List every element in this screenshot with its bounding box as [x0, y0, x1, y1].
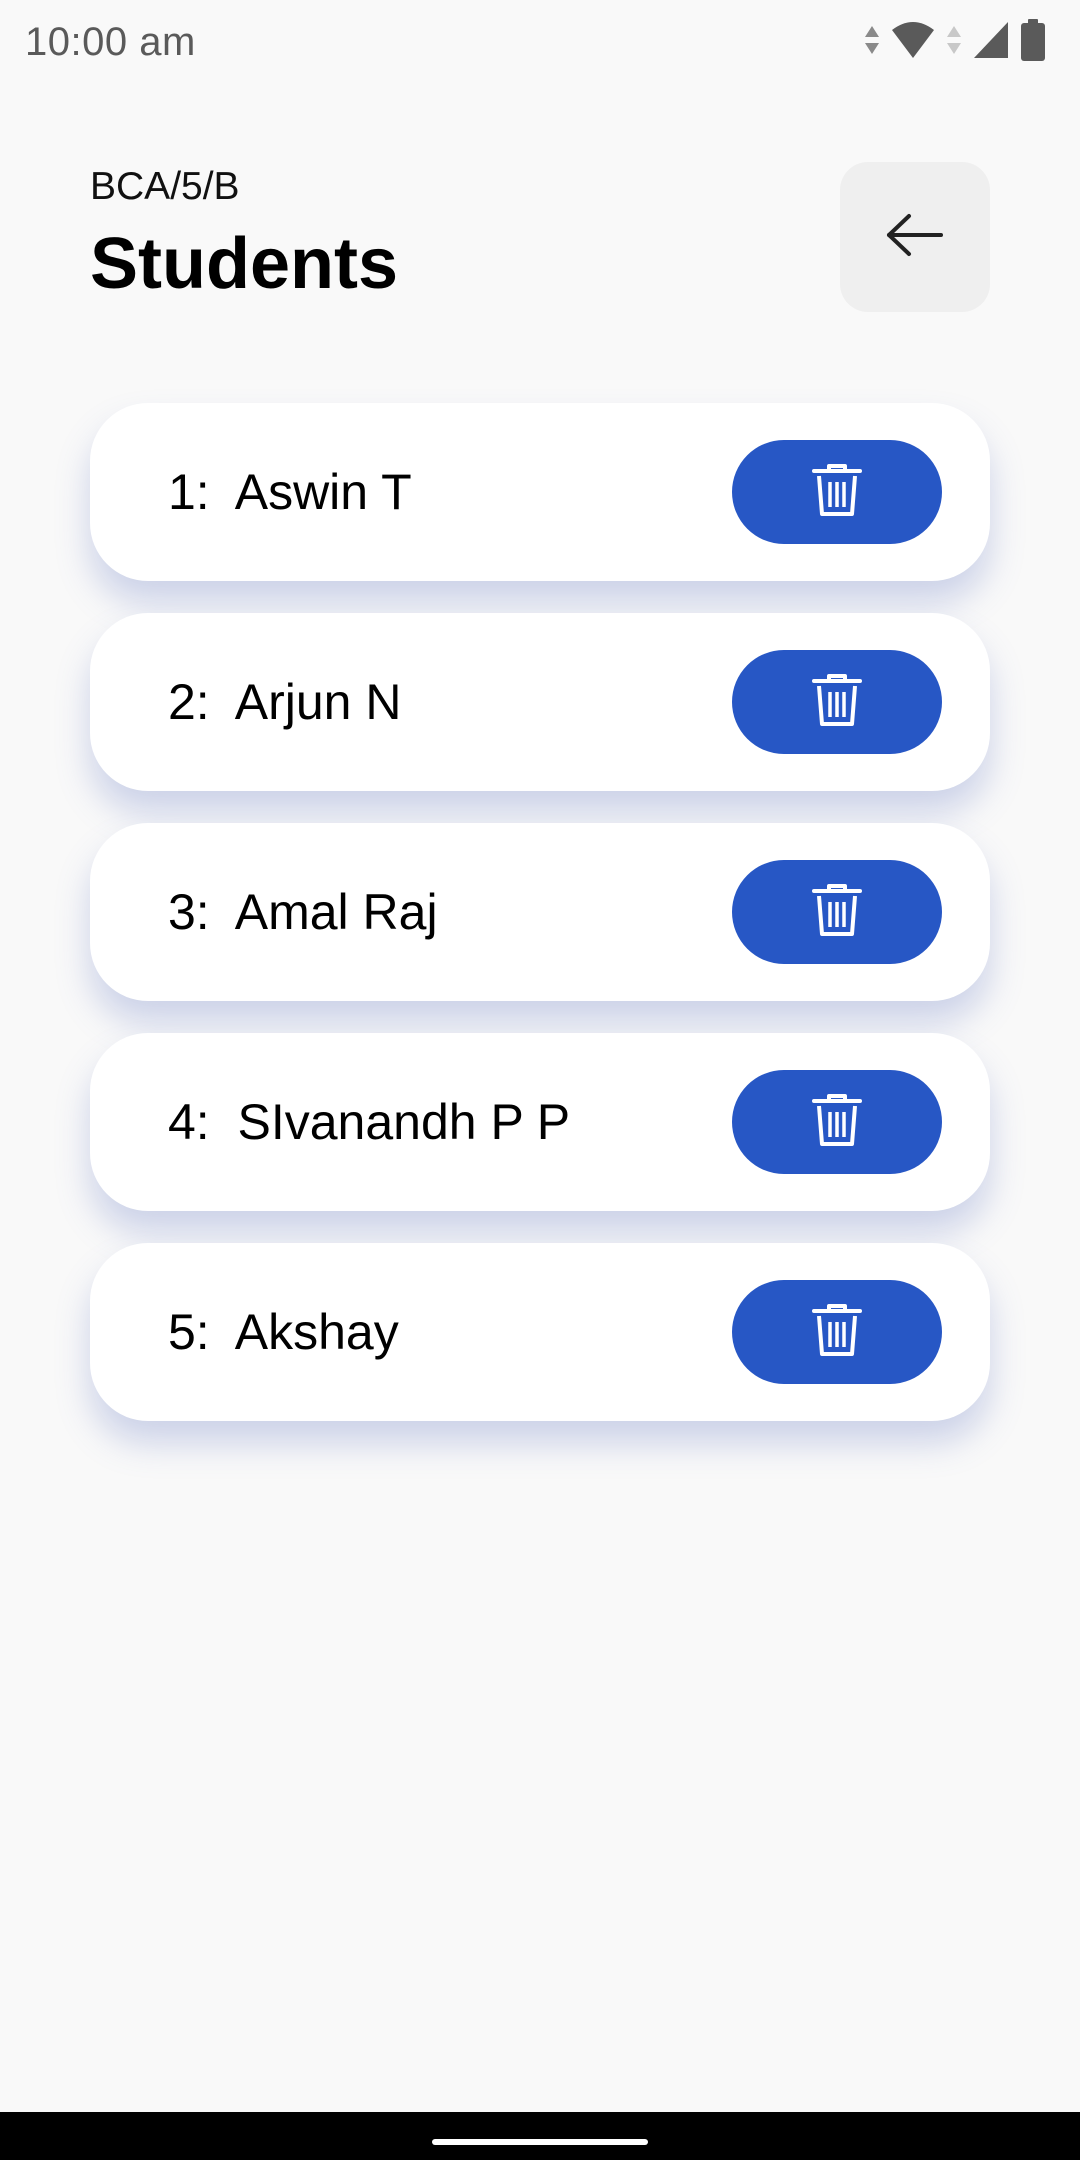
- arrow-left-icon: [885, 213, 945, 262]
- delete-button[interactable]: [732, 1280, 942, 1384]
- trash-icon: [811, 672, 863, 733]
- student-label: 4: SIvanandh P P: [168, 1094, 571, 1150]
- student-list: 1: Aswin T 2: Arjun N 3: Amal Raj 4: SIv…: [90, 403, 990, 1453]
- page-title: Students: [90, 224, 399, 304]
- wifi-icon: [890, 20, 936, 65]
- list-item: 1: Aswin T: [90, 403, 990, 581]
- status-time: 10:00 am: [25, 20, 196, 64]
- list-item: 5: Akshay: [90, 1243, 990, 1421]
- delete-button[interactable]: [732, 1070, 942, 1174]
- status-icons: [864, 18, 1046, 66]
- class-subtitle: BCA/5/B: [90, 165, 240, 208]
- system-nav-bar: [0, 2112, 1080, 2160]
- delete-button[interactable]: [732, 860, 942, 964]
- trash-icon: [811, 882, 863, 943]
- status-bar: 10:00 am: [0, 0, 1080, 88]
- list-item: 4: SIvanandh P P: [90, 1033, 990, 1211]
- data-arrows-icon: [946, 24, 962, 61]
- student-label: 1: Aswin T: [168, 464, 412, 520]
- home-gesture-handle[interactable]: [432, 2139, 648, 2145]
- delete-button[interactable]: [732, 440, 942, 544]
- data-arrows-icon: [864, 24, 880, 61]
- back-button[interactable]: [840, 162, 990, 312]
- delete-button[interactable]: [732, 650, 942, 754]
- student-label: 5: Akshay: [168, 1304, 399, 1360]
- trash-icon: [811, 1092, 863, 1153]
- list-item: 3: Amal Raj: [90, 823, 990, 1001]
- cell-signal-icon: [972, 20, 1010, 65]
- page-header: BCA/5/B Students: [90, 160, 398, 314]
- trash-icon: [811, 1302, 863, 1363]
- student-label: 3: Amal Raj: [168, 884, 438, 940]
- list-item: 2: Arjun N: [90, 613, 990, 791]
- battery-icon: [1020, 18, 1046, 66]
- student-label: 2: Arjun N: [168, 674, 402, 730]
- trash-icon: [811, 462, 863, 523]
